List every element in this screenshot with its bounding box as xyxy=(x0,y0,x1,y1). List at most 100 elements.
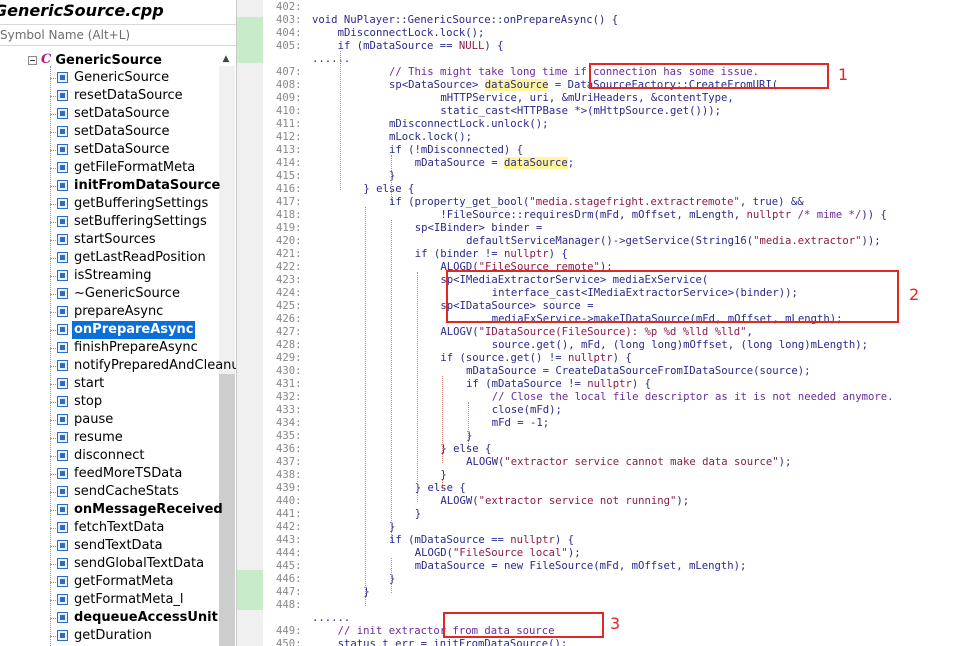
symbol-item[interactable]: sendCacheStats xyxy=(0,483,219,501)
symbol-item[interactable]: onMessageReceived xyxy=(0,501,223,519)
method-icon xyxy=(57,90,68,101)
symbol-item[interactable]: notifyPreparedAndCleanu xyxy=(0,357,236,375)
code-line: 405: if (mDataSource == NULL) { xyxy=(268,40,968,53)
line-number: 440: xyxy=(276,495,302,507)
code-token: "media.stagefright.extractremote" xyxy=(529,196,740,208)
symbol-item[interactable]: onPrepareAsync xyxy=(0,321,219,339)
symbol-item[interactable]: sendGlobalTextData xyxy=(0,555,219,573)
symbol-item[interactable]: feedMoreTSData xyxy=(0,465,219,483)
symbol-item[interactable]: isStreaming xyxy=(0,267,219,285)
tree-branch-line xyxy=(50,294,56,295)
class-icon: C xyxy=(41,52,52,67)
code-token: close(mFd); xyxy=(491,404,562,416)
symbol-item[interactable]: start xyxy=(0,375,219,393)
symbol-item-label: notifyPreparedAndCleanu xyxy=(74,358,237,373)
code-text: source.get(), mFd, (long long)mOffset, (… xyxy=(492,339,868,352)
symbol-item[interactable]: resume xyxy=(0,429,219,447)
method-icon xyxy=(57,162,68,173)
tree-branch-line xyxy=(50,456,56,457)
line-number: 410: xyxy=(276,105,302,117)
line-number: 414: xyxy=(276,157,302,169)
tree-branch-line xyxy=(50,96,56,97)
symbol-item-label: getDuration xyxy=(74,628,152,643)
symbol-item[interactable]: setBufferingSettings xyxy=(0,213,219,231)
code-text: close(mFd); xyxy=(492,404,562,417)
symbol-item[interactable]: setDataSource xyxy=(0,141,219,159)
block-guide-line xyxy=(365,207,367,606)
code-line: 446:} xyxy=(268,573,968,586)
code-text: } xyxy=(466,430,472,443)
code-text: } else { xyxy=(440,443,491,456)
symbol-item[interactable]: startSources xyxy=(0,231,219,249)
code-token: } else { xyxy=(363,183,415,195)
symbol-item[interactable]: sendTextData xyxy=(0,537,219,555)
code-text: mDisconnectLock.unlock(); xyxy=(389,118,548,131)
symbol-item[interactable]: ~GenericSource xyxy=(0,285,219,303)
symbol-item[interactable]: pause xyxy=(0,411,219,429)
symbol-item[interactable]: GenericSource xyxy=(0,69,219,87)
code-line: 431: if (mDataSource != nullptr) { xyxy=(268,378,968,391)
symbol-item[interactable]: stop xyxy=(0,393,219,411)
code-line: 434: mFd = -1; xyxy=(268,417,968,430)
symbol-item[interactable]: finishPrepareAsync xyxy=(0,339,219,357)
tree-root-generic-source[interactable]: C GenericSource xyxy=(28,51,162,69)
method-icon xyxy=(57,414,68,425)
code-token: if (mDataSource != xyxy=(466,378,588,390)
line-number: 447: xyxy=(276,586,302,598)
scroll-up-arrow-icon[interactable]: ▲ xyxy=(219,52,233,66)
tree-branch-line xyxy=(50,168,56,169)
symbol-item[interactable]: setDataSource xyxy=(0,105,219,123)
symbol-item[interactable]: prepareAsync xyxy=(0,303,219,321)
method-icon xyxy=(57,558,68,569)
symbol-item[interactable]: resetDataSource xyxy=(0,87,219,105)
code-text: if (binder != nullptr) { xyxy=(415,248,568,261)
symbol-item[interactable]: setDataSource xyxy=(0,123,219,141)
block-guide-line xyxy=(442,480,444,489)
code-token: ) { xyxy=(631,378,652,390)
code-editor[interactable]: 402: 403: void NuPlayer::GenericSource::on… xyxy=(268,0,968,646)
collapse-icon[interactable] xyxy=(28,55,37,65)
tree-branch-line xyxy=(50,78,56,79)
symbol-item[interactable]: getFormatMeta xyxy=(0,573,219,591)
symbol-item[interactable]: disconnect xyxy=(0,447,219,465)
tree-branch-line xyxy=(50,114,56,115)
symbol-item[interactable]: getDuration xyxy=(0,627,219,645)
code-token: } xyxy=(440,469,447,481)
symbol-item-label: getFormatMeta_l xyxy=(74,592,184,607)
line-number: 415: xyxy=(276,170,302,182)
code-token: , xyxy=(746,326,753,338)
code-token: sp<DataSource> xyxy=(389,79,485,91)
symbol-item-label: stop xyxy=(74,394,103,409)
code-token: ALOGD( xyxy=(414,547,453,559)
code-text: mDataSource = CreateDataSourceFromIDataS… xyxy=(466,365,810,378)
code-token: } xyxy=(363,586,370,598)
code-token: ALOGW( xyxy=(440,495,479,507)
annotation-box-1 xyxy=(589,63,829,89)
block-guide-line xyxy=(339,51,341,190)
code-token: ); xyxy=(567,547,581,559)
code-token: } else { xyxy=(414,482,466,494)
symbol-search-input[interactable] xyxy=(0,24,236,46)
code-line: 450: status_t err = initFromDataSource(); xyxy=(268,638,968,646)
block-guide-line xyxy=(391,558,393,593)
code-line: 443: if (mDataSource == nullptr) { xyxy=(268,534,968,547)
line-number: 448: xyxy=(276,599,302,611)
tree-branch-line xyxy=(50,582,56,583)
line-number: 428: xyxy=(276,339,302,351)
symbol-item[interactable]: getFileFormatMeta xyxy=(0,159,219,177)
code-token: "FileSource local" xyxy=(453,547,568,559)
symbol-item-label: finishPrepareAsync xyxy=(74,340,198,355)
code-token: nullptr xyxy=(746,209,792,221)
symbol-item[interactable]: getFormatMeta_l xyxy=(0,591,219,609)
symbol-item[interactable]: fetchTextData xyxy=(0,519,219,537)
symbol-item[interactable]: initFromDataSource xyxy=(0,177,220,195)
method-icon xyxy=(57,522,68,533)
symbol-item-label: pause xyxy=(74,412,114,427)
symbol-item[interactable]: getLastReadPosition xyxy=(0,249,219,267)
symbol-item[interactable]: dequeueAccessUnit xyxy=(0,609,219,627)
method-icon xyxy=(57,576,68,587)
symbol-item-label: sendGlobalTextData xyxy=(74,556,205,571)
symbol-item[interactable]: getBufferingSettings xyxy=(0,195,219,213)
code-line: 436:} else { xyxy=(268,443,968,456)
code-token: mHTTPService, uri, &mUriHeaders, &conten… xyxy=(440,92,734,104)
